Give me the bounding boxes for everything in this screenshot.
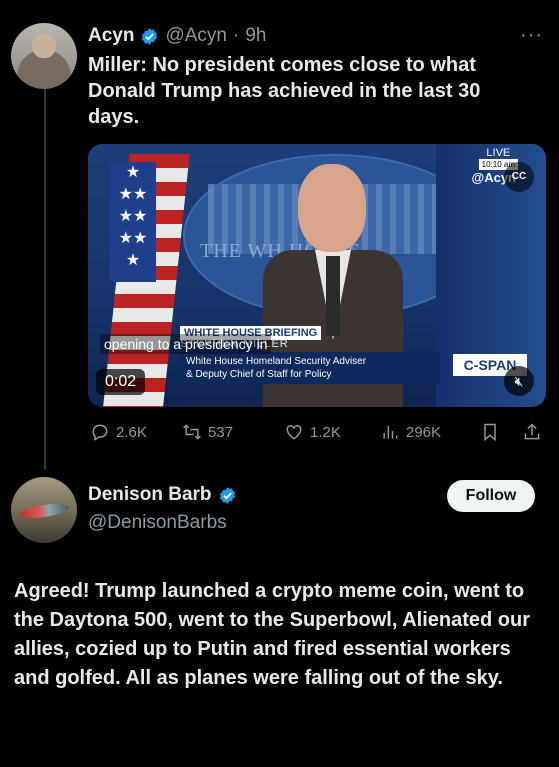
tweet-timestamp[interactable]: 9h: [245, 25, 266, 47]
view-count: 296K: [406, 423, 442, 441]
repost-button[interactable]: 537: [182, 422, 233, 442]
reply-author-handle[interactable]: @DenisonBarbs: [88, 512, 227, 534]
thread-connector-line: [44, 84, 46, 470]
verified-badge-icon: [219, 486, 235, 504]
verified-badge-icon: [142, 27, 158, 45]
closed-captions-icon[interactable]: CC: [504, 162, 534, 192]
views-button[interactable]: 296K: [380, 422, 441, 442]
reply-icon: [92, 424, 108, 441]
live-label: LIVE: [486, 147, 511, 159]
tweet-actions-bar: 2.6K 537 1.2K 296K: [88, 420, 546, 444]
reply-author-row: Denison Barb: [88, 484, 237, 506]
speaker-head: [298, 164, 366, 252]
bookmark-button[interactable]: [480, 422, 500, 442]
lower-third-line-2: & Deputy Chief of Staff for Policy: [186, 369, 332, 380]
more-options-icon[interactable]: ···: [520, 24, 543, 47]
bookmark-icon: [484, 423, 496, 442]
like-button[interactable]: 1.2K: [284, 422, 341, 442]
author-name[interactable]: Acyn: [88, 25, 134, 47]
share-icon: [524, 423, 540, 440]
repost-count: 537: [208, 423, 234, 441]
views-chart-icon: [383, 426, 398, 439]
speaker-tie: [326, 256, 340, 336]
avatar-denison-barb[interactable]: [11, 477, 77, 543]
time-separator: ·: [233, 25, 240, 46]
like-count: 1.2K: [310, 423, 341, 441]
flag-stars: ★ ★★ ★★ ★★ ★: [110, 162, 156, 282]
lower-third-title: White House Homeland Security Adviser & …: [180, 352, 440, 384]
reply-author-name[interactable]: Denison Barb: [88, 484, 212, 506]
avatar-acyn[interactable]: [11, 23, 77, 89]
heart-icon: [286, 424, 302, 440]
reply-button[interactable]: 2.6K: [90, 422, 147, 442]
video-duration: 0:02: [96, 369, 146, 395]
video-caption: opening to a presidency in: [100, 334, 272, 354]
follow-button[interactable]: Follow: [447, 480, 535, 512]
lower-third-line-1: White House Homeland Security Adviser: [186, 356, 367, 367]
reply-count: 2.6K: [116, 423, 147, 441]
tweet-video[interactable]: THE WH HOUSE ★ ★★ ★★ ★★ ★ LIVE 10:10 am @Acy…: [88, 144, 546, 407]
author-handle[interactable]: @Acyn: [165, 25, 227, 47]
share-button[interactable]: [522, 422, 542, 442]
muted-speaker-icon[interactable]: 🔇︎: [504, 366, 534, 396]
repost-icon: [183, 424, 201, 440]
reply-text: Agreed! Trump launched a crypto meme coi…: [14, 580, 530, 689]
fish-avatar-image: [18, 501, 70, 521]
tweet-header: Acyn @Acyn · 9h: [88, 22, 266, 50]
tweet-text: Miller: No president comes close to what…: [88, 54, 481, 128]
